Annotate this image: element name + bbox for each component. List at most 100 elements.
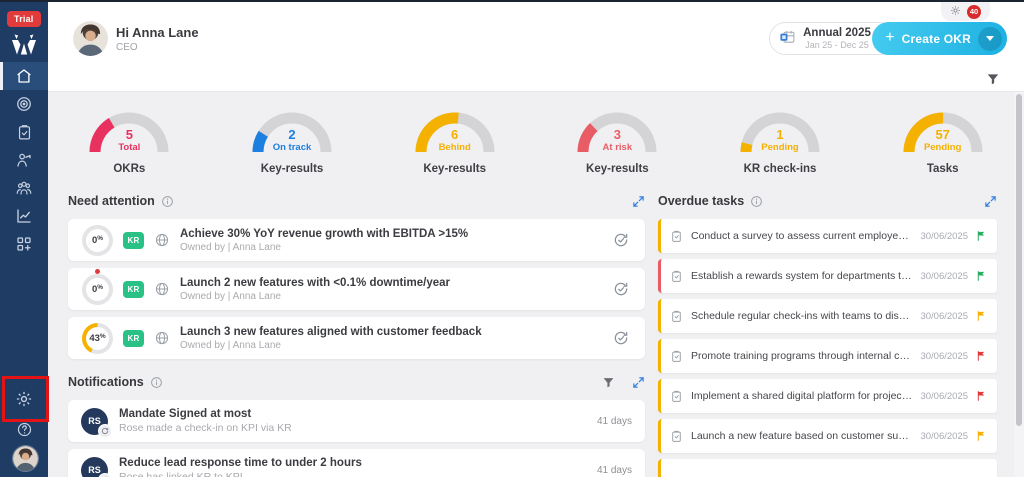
sidebar-item-reports[interactable] <box>0 202 48 230</box>
globe-icon <box>154 281 170 297</box>
notifications-list: RSMandate Signed at mostRose made a chec… <box>68 400 645 477</box>
dashboard-filter-icon[interactable] <box>986 72 1000 91</box>
sidebar-item-team[interactable] <box>0 174 48 202</box>
globe-icon <box>154 330 170 346</box>
user-avatar[interactable] <box>73 21 108 56</box>
period-range: Jan 25 - Dec 25 <box>803 40 871 50</box>
checkin-mini-icon <box>98 424 112 438</box>
notifications-count-badge[interactable]: 40 <box>967 5 981 19</box>
notifications-title: Notifications <box>68 375 144 389</box>
sidebar-profile-avatar[interactable] <box>12 445 39 472</box>
kr-owner: Owned by | Anna Lane <box>180 291 601 302</box>
kr-badge: KR <box>123 281 144 298</box>
app-header: Hi Anna Lane CEO 40 Annual 2025 Jan 25 -… <box>48 2 1024 92</box>
team-icon <box>15 179 33 197</box>
kr-title: Achieve 30% YoY revenue growth with EBIT… <box>180 228 601 240</box>
task-item[interactable]: Implement a shared digital platform for … <box>658 379 997 413</box>
sidebar-item-settings[interactable] <box>0 385 48 413</box>
checkin-mini-icon <box>98 473 112 477</box>
need-attention-title: Need attention <box>68 194 155 208</box>
mini-gear-icon[interactable] <box>950 3 961 21</box>
kr-title: Launch 2 new features with <0.1% downtim… <box>180 277 601 289</box>
top-settings-pill[interactable]: 40 <box>941 2 990 21</box>
task-title: Establish a rewards system for departmen… <box>691 270 912 282</box>
priority-flag-icon[interactable] <box>976 430 987 442</box>
gauge-okrs-0[interactable]: 5TotalOKRs <box>48 109 211 175</box>
overdue-tasks-title: Overdue tasks <box>658 194 744 208</box>
weekdone-logo-icon[interactable] <box>0 34 48 60</box>
notification-item[interactable]: RSReduce lead response time to under 2 h… <box>68 449 645 477</box>
gauge-label: KR check-ins <box>744 163 817 175</box>
sidebar-item-okrs[interactable] <box>0 90 48 118</box>
gauge-label: Key-results <box>423 163 486 175</box>
sidebar-item-home[interactable] <box>0 62 48 90</box>
need-attention-item[interactable]: 43%KRLaunch 3 new features aligned with … <box>68 317 645 359</box>
sidebar-item-help[interactable] <box>0 415 48 443</box>
gauge-key-results-2[interactable]: 6Behind Key-results <box>373 109 536 175</box>
scrollbar-thumb[interactable] <box>1016 94 1022 426</box>
create-okr-dropdown[interactable] <box>978 27 1002 51</box>
notifications-header: Notifications <box>68 372 645 392</box>
check-in-button[interactable] <box>611 230 631 250</box>
overdue-tasks-list: Conduct a survey to assess current emplo… <box>658 219 997 453</box>
task-item[interactable]: Schedule regular check-ins with teams to… <box>658 299 997 333</box>
gauge-key-results-3[interactable]: 3At riskKey-results <box>536 109 699 175</box>
notification-title: Reduce lead response time to under 2 hou… <box>119 457 586 469</box>
info-icon[interactable] <box>150 376 163 389</box>
gauge-kr-check-ins-4[interactable]: 1PendingKR check-ins <box>699 109 862 175</box>
gauge-tasks-5[interactable]: 57PendingTasks <box>861 109 1024 175</box>
sidebar-item-apps[interactable] <box>0 230 48 258</box>
need-attention-item[interactable]: 0%KRAchieve 30% YoY revenue growth with … <box>68 219 645 261</box>
kr-title: Launch 3 new features aligned with custo… <box>180 326 601 338</box>
greeting-title: Hi Anna Lane <box>116 25 199 40</box>
sidebar-item-coaching[interactable] <box>0 146 48 174</box>
task-item[interactable]: Launch a new feature based on customer s… <box>658 419 997 453</box>
task-item[interactable]: Promote training programs through intern… <box>658 339 997 373</box>
info-icon[interactable] <box>161 195 174 208</box>
task-title: Implement a shared digital platform for … <box>691 390 912 402</box>
sidebar-item-checkins[interactable] <box>0 118 48 146</box>
kr-owner: Owned by | Anna Lane <box>180 242 601 253</box>
notification-time: 41 days <box>597 465 632 476</box>
expand-icon[interactable] <box>632 376 645 389</box>
task-due-date: 30/06/2025 <box>920 391 968 402</box>
plus-icon: + <box>885 30 894 46</box>
calendar-icon <box>779 28 796 50</box>
gauge-key-results-1[interactable]: 2On trackKey-results <box>211 109 374 175</box>
gauge-value: 1 <box>737 128 823 143</box>
expand-icon[interactable] <box>984 195 997 208</box>
notifications-filter-icon[interactable] <box>602 376 615 389</box>
notification-item[interactable]: RSMandate Signed at mostRose made a chec… <box>68 400 645 442</box>
priority-flag-icon[interactable] <box>976 270 987 282</box>
gauge-status: Behind <box>412 143 498 154</box>
create-okr-label: Create OKR <box>902 32 971 46</box>
priority-flag-icon[interactable] <box>976 310 987 322</box>
gauge-value: 5 <box>86 128 172 143</box>
task-item-partial[interactable] <box>658 459 997 477</box>
kr-owner: Owned by | Anna Lane <box>180 340 601 351</box>
notification-subtitle: Rose has linked KR to KPI <box>119 471 586 477</box>
sidebar: Trial <box>0 2 48 477</box>
clipboard-task-icon <box>670 310 683 323</box>
priority-flag-icon[interactable] <box>976 390 987 402</box>
check-in-button[interactable] <box>611 328 631 348</box>
task-item[interactable]: Conduct a survey to assess current emplo… <box>658 219 997 253</box>
check-in-button[interactable] <box>611 279 631 299</box>
notification-subtitle: Rose made a check-in on KPI via KR <box>119 422 586 434</box>
gauge-value: 6 <box>412 128 498 143</box>
expand-icon[interactable] <box>632 195 645 208</box>
kr-badge: KR <box>123 330 144 347</box>
gauge-status: Pending <box>900 143 986 154</box>
task-due-date: 30/06/2025 <box>920 311 968 322</box>
priority-flag-icon[interactable] <box>976 230 987 242</box>
priority-flag-icon[interactable] <box>976 350 987 362</box>
target-icon <box>15 95 33 113</box>
task-item[interactable]: Establish a rewards system for departmen… <box>658 259 997 293</box>
period-title: Annual 2025 <box>803 27 871 39</box>
info-icon[interactable] <box>750 195 763 208</box>
task-title: Launch a new feature based on customer s… <box>691 430 912 442</box>
gauge-status: At risk <box>574 143 660 154</box>
create-okr-button[interactable]: + Create OKR <box>872 22 1007 55</box>
task-title: Promote training programs through intern… <box>691 350 912 362</box>
need-attention-item[interactable]: 0%KRLaunch 2 new features with <0.1% dow… <box>68 268 645 310</box>
